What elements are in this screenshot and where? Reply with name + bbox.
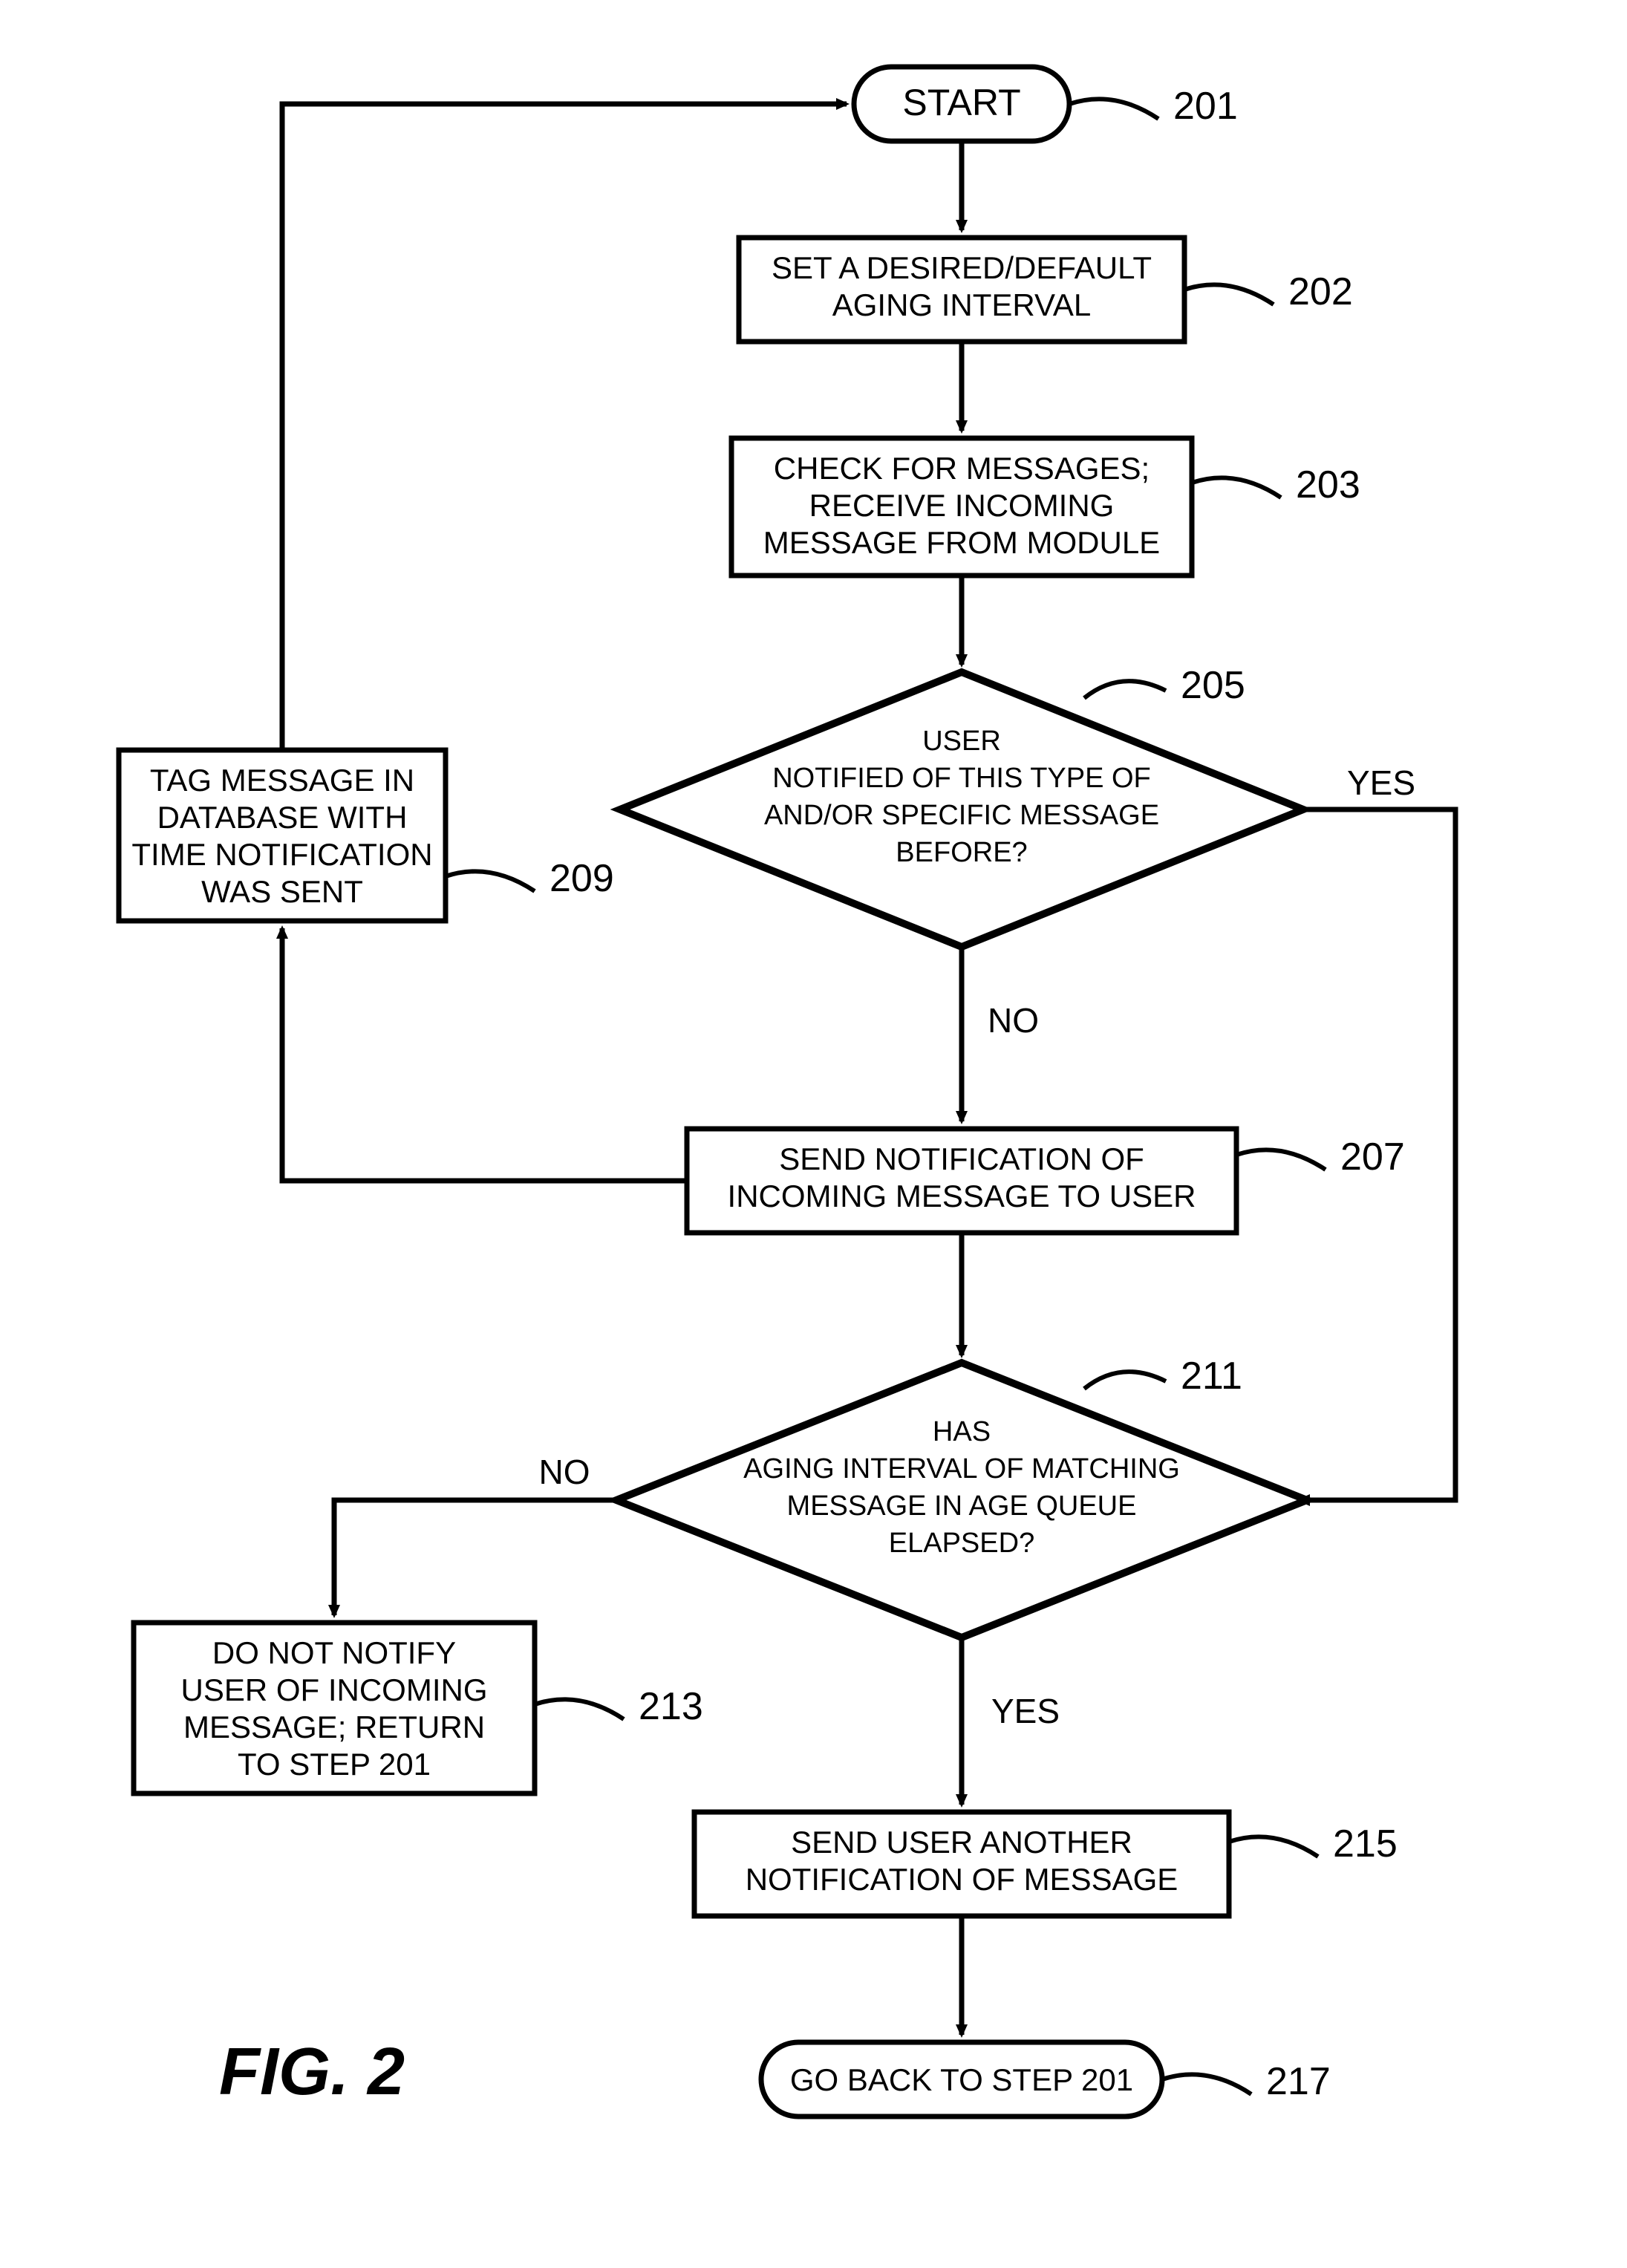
ref-211: 211 bbox=[1181, 1355, 1242, 1398]
node-202-line1: AGING INTERVAL bbox=[832, 287, 1092, 322]
node-213-line0: DO NOT NOTIFY bbox=[212, 1635, 456, 1670]
edge-207-209 bbox=[282, 928, 687, 1181]
node-start-text: START bbox=[902, 82, 1020, 123]
node-207: SEND NOTIFICATION OF INCOMING MESSAGE TO… bbox=[687, 1129, 1405, 1233]
node-215: SEND USER ANOTHER NOTIFICATION OF MESSAG… bbox=[694, 1812, 1398, 1916]
node-209-line2: TIME NOTIFICATION bbox=[131, 837, 432, 872]
node-215-line0: SEND USER ANOTHER bbox=[791, 1825, 1132, 1860]
node-211-line2: MESSAGE IN AGE QUEUE bbox=[787, 1490, 1137, 1522]
ref-205: 205 bbox=[1181, 664, 1245, 707]
node-211-line0: HAS bbox=[933, 1416, 991, 1447]
ref-213: 213 bbox=[639, 1685, 703, 1728]
node-213: DO NOT NOTIFY USER OF INCOMING MESSAGE; … bbox=[134, 1623, 703, 1793]
node-205-line2: AND/OR SPECIFIC MESSAGE bbox=[764, 800, 1159, 831]
node-209-line0: TAG MESSAGE IN bbox=[150, 763, 414, 798]
node-211-line3: ELAPSED? bbox=[889, 1528, 1034, 1559]
ref-202: 202 bbox=[1288, 270, 1353, 313]
node-205-line1: NOTIFIED OF THIS TYPE OF bbox=[772, 763, 1151, 794]
node-205-line3: BEFORE? bbox=[896, 837, 1027, 868]
node-213-line1: USER OF INCOMING bbox=[180, 1672, 487, 1707]
label-211-no: NO bbox=[539, 1453, 590, 1491]
node-start: START 201 bbox=[854, 67, 1238, 141]
node-215-line1: NOTIFICATION OF MESSAGE bbox=[746, 1862, 1178, 1897]
node-203-line2: MESSAGE FROM MODULE bbox=[763, 525, 1160, 560]
edge-211-no-213 bbox=[334, 1500, 616, 1615]
node-209-line3: WAS SENT bbox=[201, 874, 363, 909]
node-211: HAS AGING INTERVAL OF MATCHING MESSAGE I… bbox=[616, 1355, 1307, 1638]
ref-215: 215 bbox=[1333, 1822, 1398, 1865]
node-209-line1: DATABASE WITH bbox=[157, 800, 408, 835]
node-217-text: GO BACK TO STEP 201 bbox=[790, 2062, 1133, 2097]
node-203-line0: CHECK FOR MESSAGES; bbox=[774, 451, 1150, 486]
node-211-line1: AGING INTERVAL OF MATCHING bbox=[743, 1453, 1180, 1485]
ref-201: 201 bbox=[1173, 85, 1238, 128]
node-207-line0: SEND NOTIFICATION OF bbox=[779, 1141, 1144, 1176]
ref-209: 209 bbox=[550, 857, 614, 900]
node-213-line2: MESSAGE; RETURN bbox=[183, 1710, 485, 1744]
node-209: TAG MESSAGE IN DATABASE WITH TIME NOTIFI… bbox=[119, 750, 614, 921]
node-213-line3: TO STEP 201 bbox=[238, 1747, 431, 1782]
figure-title: FIG. 2 bbox=[219, 2035, 405, 2109]
flowchart-figure: START 201 SET A DESIRED/DEFAULT AGING IN… bbox=[0, 0, 1627, 2268]
label-205-yes: YES bbox=[1347, 763, 1415, 802]
ref-217: 217 bbox=[1266, 2060, 1331, 2103]
node-202: SET A DESIRED/DEFAULT AGING INTERVAL 202 bbox=[739, 238, 1353, 342]
node-207-line1: INCOMING MESSAGE TO USER bbox=[728, 1179, 1196, 1213]
node-217: GO BACK TO STEP 201 217 bbox=[761, 2042, 1331, 2117]
label-205-no: NO bbox=[988, 1001, 1039, 1040]
node-202-line0: SET A DESIRED/DEFAULT bbox=[772, 250, 1152, 285]
label-211-yes: YES bbox=[991, 1692, 1060, 1730]
node-205: USER NOTIFIED OF THIS TYPE OF AND/OR SPE… bbox=[620, 664, 1303, 947]
node-205-line0: USER bbox=[922, 726, 1001, 757]
node-203: CHECK FOR MESSAGES; RECEIVE INCOMING MES… bbox=[731, 438, 1360, 576]
node-203-line1: RECEIVE INCOMING bbox=[809, 488, 1115, 523]
edge-209-201 bbox=[282, 104, 847, 750]
ref-207: 207 bbox=[1340, 1135, 1405, 1179]
ref-203: 203 bbox=[1296, 463, 1360, 506]
